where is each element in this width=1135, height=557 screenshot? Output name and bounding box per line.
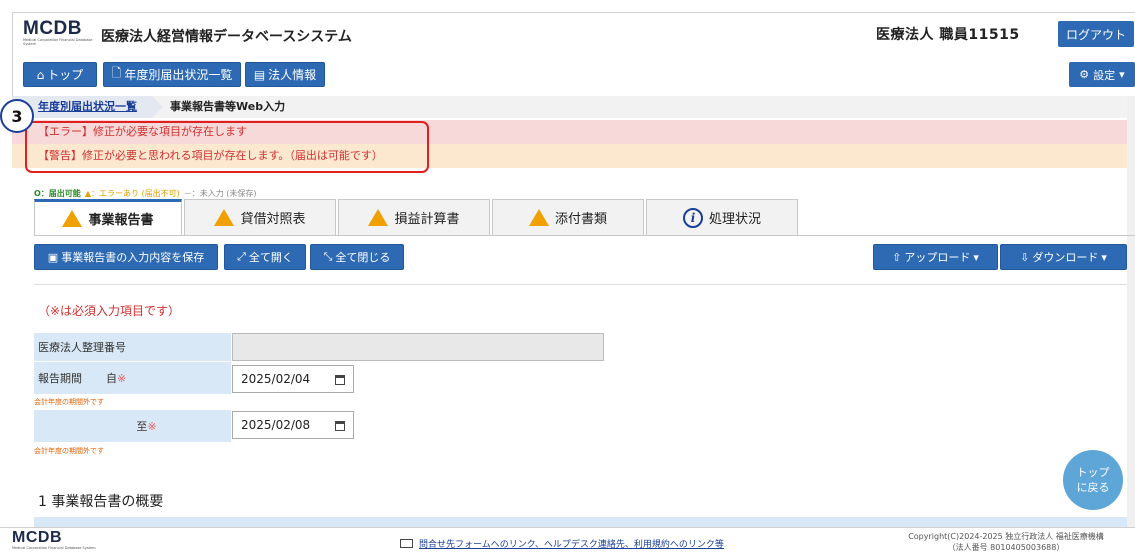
caret-down-icon: ▾ xyxy=(973,250,979,264)
status-legend: O：届出可能 ▲：エラーあり (届出不可) －：未入力 (未保存) xyxy=(34,188,257,199)
tab-attachments[interactable]: 添付書類 xyxy=(492,199,644,235)
tab-label: 添付書類 xyxy=(554,212,607,227)
required-mark: ※ xyxy=(147,419,157,433)
warning-triangle-icon xyxy=(214,209,235,226)
section-title: 1 事業報告書の概要 xyxy=(38,494,164,510)
calendar-icon[interactable] xyxy=(335,421,345,431)
save-icon: ▣ xyxy=(47,250,59,264)
download-label: ダウンロード xyxy=(1032,251,1099,264)
document-icon: 🗋 xyxy=(111,66,122,80)
tab-processing-status[interactable]: i 処理状況 xyxy=(646,199,798,235)
legend-ok: O：届出可能 xyxy=(34,189,81,198)
tab-income-statement[interactable]: 損益計算書 xyxy=(338,199,490,235)
caret-down-icon: ▾ xyxy=(1101,250,1107,264)
from-label: 自 xyxy=(106,372,117,385)
settings-button[interactable]: ⚙ 設定 ▾ xyxy=(1069,62,1135,87)
page-scrollbar[interactable] xyxy=(1127,96,1135,527)
calendar-icon[interactable] xyxy=(335,375,345,385)
nav-top-label: トップ xyxy=(47,68,84,82)
footer-logo: MCDB Medical Corporation Financial Datab… xyxy=(12,529,96,551)
tab-bar: 事業報告書 貸借対照表 損益計算書 添付書類 i 処理状況 xyxy=(34,199,800,235)
footer-logo-subtitle: Medical Corporation Financial Database S… xyxy=(12,546,96,550)
nav-corp-info-label: 法人情報 xyxy=(268,68,317,82)
warning-triangle-icon xyxy=(368,209,389,226)
user-name: 医療法人 職員11515 xyxy=(876,27,1020,43)
breadcrumb-separator xyxy=(152,96,163,118)
nav-bar: ⌂ トップ 🗋 年度別届出状況一覧 ▤ 法人情報 ⚙ 設定 ▾ xyxy=(12,52,1135,96)
period-to-error: 会計年度の期間外です xyxy=(34,447,104,455)
tab-business-report[interactable]: 事業報告書 xyxy=(34,199,182,235)
corp-number-label: 医療法人整理番号 xyxy=(34,333,231,361)
save-button[interactable]: ▣ 事業報告書の入力内容を保存 xyxy=(34,244,218,270)
corp-number-field xyxy=(232,333,604,361)
download-button[interactable]: ⇩ ダウンロード ▾ xyxy=(1000,244,1127,270)
period-to-value: 2025/02/08 xyxy=(241,418,311,432)
required-mark: ※ xyxy=(117,371,127,385)
copyright-line2: （法人番号 8010405003688） xyxy=(947,543,1065,552)
upload-button[interactable]: ⇧ アップロード ▾ xyxy=(873,244,998,270)
app-header: MCDB Medical Corporation Financial Datab… xyxy=(12,12,1135,52)
footer-logo-text: MCDB xyxy=(12,529,62,546)
period-label: 報告期間 xyxy=(38,372,82,385)
collapse-icon: ⤡ xyxy=(323,250,333,263)
mcdb-logo[interactable]: MCDB Medical Corporation Financial Datab… xyxy=(23,19,93,49)
to-label: 至 xyxy=(136,420,148,433)
breadcrumb: 年度別届出状況一覧 事業報告書等Web入力 xyxy=(12,96,1135,118)
breadcrumb-current: 事業報告書等Web入力 xyxy=(170,100,286,113)
tab-label: 事業報告書 xyxy=(88,213,154,228)
logout-button[interactable]: ログアウト xyxy=(1058,21,1134,47)
nav-annual-status-button[interactable]: 🗋 年度別届出状況一覧 xyxy=(103,62,241,87)
tab-label: 処理状況 xyxy=(708,212,761,227)
mail-icon xyxy=(400,539,413,548)
copyright-line1: Copyright(C)2024-2025 独立行政法人 福祉医療機構 xyxy=(908,532,1104,541)
nav-top-button[interactable]: ⌂ トップ xyxy=(23,62,97,87)
back-to-top-label: トップ に戻る xyxy=(1076,466,1110,494)
expand-all-button[interactable]: ⤢ 全て開く xyxy=(224,244,306,270)
collapse-all-button[interactable]: ⤡ 全て閉じる xyxy=(310,244,404,270)
collapse-label: 全て閉じる xyxy=(335,251,391,264)
logo-text: MCDB xyxy=(23,18,82,39)
download-icon: ⇩ xyxy=(1020,250,1030,264)
period-from-label: 報告期間 自 ※ xyxy=(34,362,231,394)
warning-triangle-icon xyxy=(528,209,549,226)
upload-icon: ⇧ xyxy=(892,250,902,264)
period-to-input[interactable]: 2025/02/08 xyxy=(232,411,354,439)
tab-label: 貸借対照表 xyxy=(240,212,306,227)
toolbar-separator xyxy=(34,284,1127,285)
back-to-top-button[interactable]: トップ に戻る xyxy=(1063,450,1123,510)
alert-highlight-box xyxy=(25,121,429,173)
expand-label: 全て開く xyxy=(248,251,293,264)
building-icon: ▤ xyxy=(253,67,266,82)
corp-number-label-text: 医療法人整理番号 xyxy=(38,341,126,354)
legend-none: －：未入力 (未保存) xyxy=(183,189,257,198)
footer-contact-link[interactable]: 問合せ先フォームへのリンク、ヘルプデスク連絡先、利用規約へのリンク等 xyxy=(400,537,724,550)
footer-link-text: 問合せ先フォームへのリンク、ヘルプデスク連絡先、利用規約へのリンク等 xyxy=(419,540,724,550)
save-label: 事業報告書の入力内容を保存 xyxy=(61,251,205,264)
tab-balance-sheet[interactable]: 貸借対照表 xyxy=(184,199,336,235)
info-icon: i xyxy=(682,207,703,228)
app-title: 医療法人経営情報データベースシステム xyxy=(101,29,352,45)
period-from-value: 2025/02/04 xyxy=(241,372,311,386)
gear-icon: ⚙ xyxy=(1079,68,1090,81)
legend-error: ▲：エラーあり (届出不可) xyxy=(84,189,180,198)
required-note: （※は必須入力項目です） xyxy=(38,304,181,318)
callout-number: 3 xyxy=(0,99,34,133)
tab-divider xyxy=(34,235,1135,236)
warning-triangle-icon xyxy=(62,210,83,227)
nav-corp-info-button[interactable]: ▤ 法人情報 xyxy=(245,62,325,87)
caret-down-icon: ▾ xyxy=(1119,68,1125,81)
settings-label: 設定 xyxy=(1093,68,1116,82)
logo-subtitle: Medical Corporation Financial Database S… xyxy=(23,38,93,46)
home-icon: ⌂ xyxy=(36,67,45,82)
period-from-error: 会計年度の期間外です xyxy=(34,398,104,406)
period-from-input[interactable]: 2025/02/04 xyxy=(232,365,354,393)
copyright: Copyright(C)2024-2025 独立行政法人 福祉医療機構 （法人番… xyxy=(876,531,1135,553)
footer: MCDB Medical Corporation Financial Datab… xyxy=(0,527,1135,557)
period-to-label: 至 ※ xyxy=(34,410,231,442)
expand-icon: ⤢ xyxy=(237,250,246,263)
section-header-bar xyxy=(34,517,1127,527)
tab-label: 損益計算書 xyxy=(394,212,460,227)
upload-label: アップロード xyxy=(904,251,971,264)
nav-annual-status-label: 年度別届出状況一覧 xyxy=(124,68,233,82)
